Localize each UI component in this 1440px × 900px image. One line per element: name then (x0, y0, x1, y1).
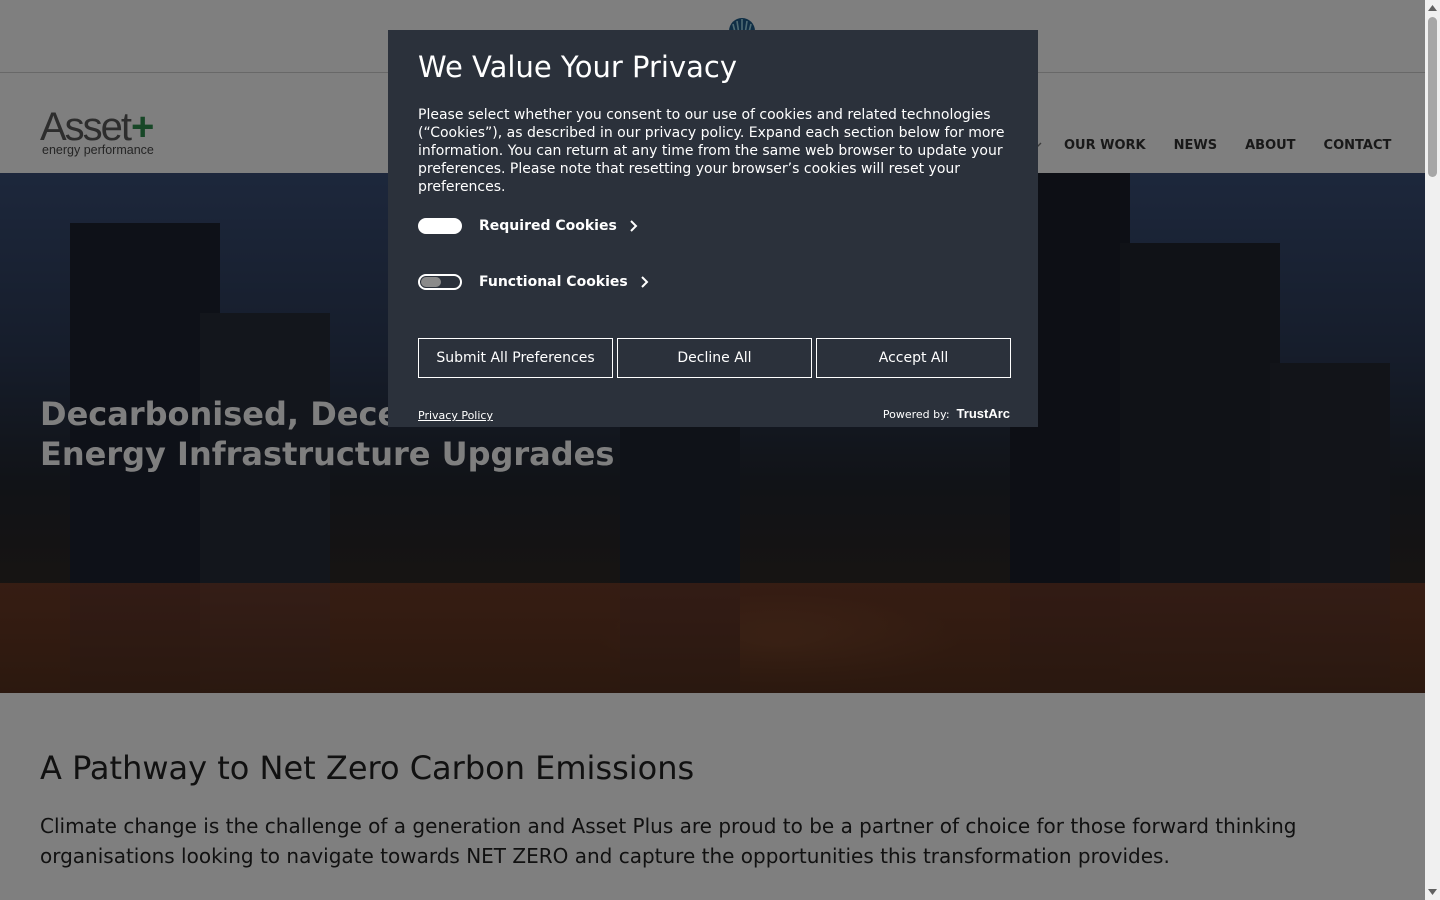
functional-cookies-toggle[interactable] (418, 274, 462, 290)
powered-by-label: Powered by: (882, 408, 950, 421)
cookie-category-label: Functional Cookies (479, 274, 628, 290)
cookie-consent-dialog: We Value Your Privacy Please select whet… (388, 30, 1038, 427)
chevron-right-icon (641, 276, 649, 288)
accept-all-button[interactable]: Accept All (816, 338, 1011, 378)
scrollbar-thumb[interactable] (1428, 17, 1437, 177)
page-scrollbar[interactable] (1425, 0, 1440, 900)
scroll-down-arrow-icon[interactable] (1428, 889, 1437, 896)
decline-all-button[interactable]: Decline All (617, 338, 812, 378)
dialog-description: Please select whether you consent to our… (418, 107, 1005, 195)
cookie-category-functional[interactable]: Functional Cookies (418, 270, 650, 294)
trustarc-logo[interactable]: TrustArc (957, 406, 1010, 421)
submit-preferences-button[interactable]: Submit All Preferences (418, 338, 613, 378)
required-cookies-toggle[interactable] (418, 218, 462, 234)
cookie-category-required[interactable]: Required Cookies (418, 214, 639, 238)
dialog-actions: Submit All Preferences Decline All Accep… (418, 338, 1011, 378)
privacy-policy-link[interactable]: Privacy Policy (418, 409, 493, 422)
dialog-title: We Value Your Privacy (418, 50, 738, 84)
cookie-category-label: Required Cookies (479, 218, 617, 234)
scroll-up-arrow-icon[interactable] (1428, 4, 1437, 11)
chevron-right-icon (630, 220, 638, 232)
powered-by: Powered by: TrustArc (883, 406, 1010, 421)
toggle-knob (421, 277, 441, 287)
